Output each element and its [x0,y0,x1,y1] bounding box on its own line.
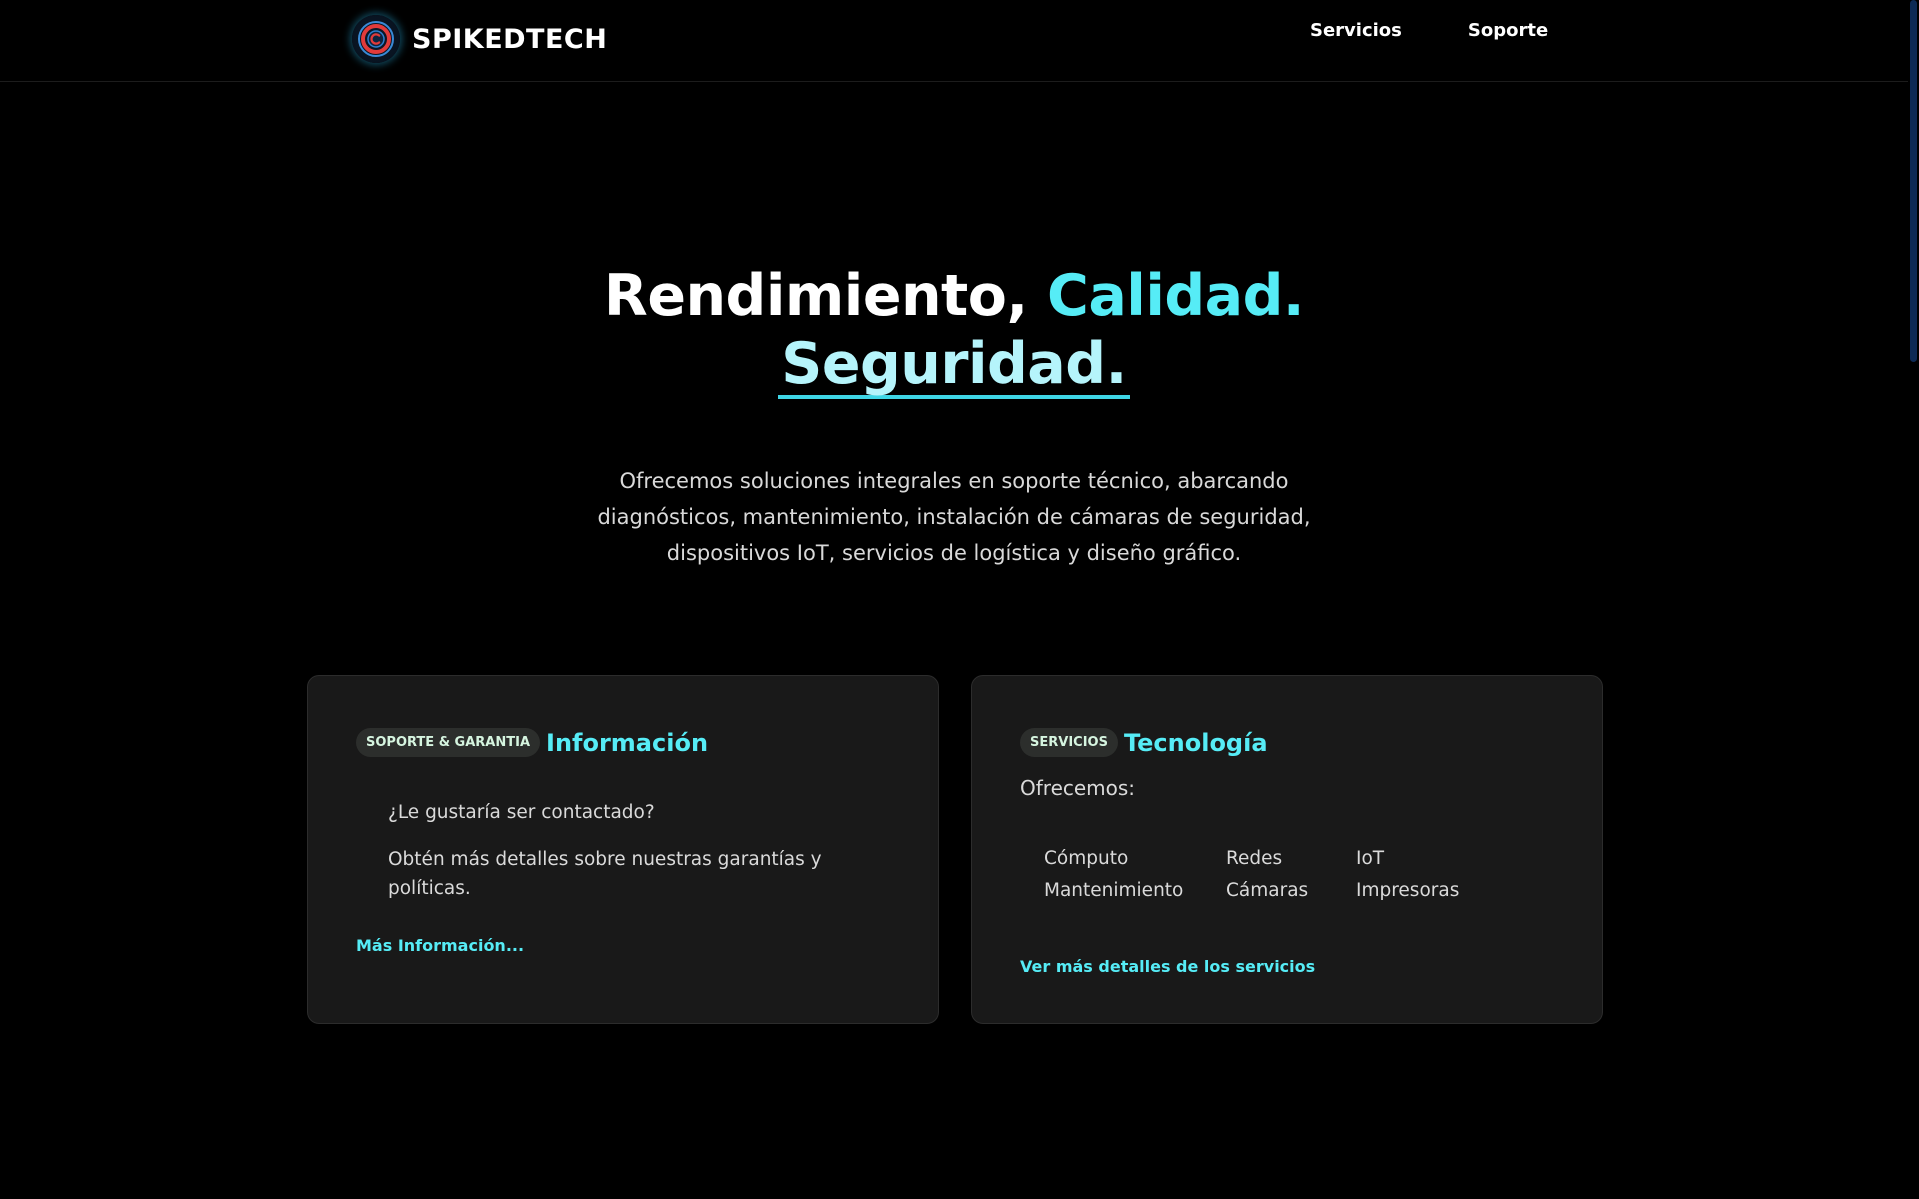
tech-card-title: Tecnología [1123,728,1268,757]
servicios-badge: SERVICIOS [1020,728,1118,757]
info-card-body: ¿Le gustaría ser contactado? Obtén más d… [388,798,858,903]
soporte-garantia-badge: SOPORTE & GARANTIA [356,728,541,757]
tech-card-header: SERVICIOS Tecnología [1020,728,1268,757]
brand-name: SPIKEDTECH [412,23,608,55]
service-item: Cámaras [1226,880,1309,901]
more-info-link[interactable]: Más Información... [356,936,524,955]
info-card: SOPORTE & GARANTIA Información ¿Le gusta… [307,675,939,1024]
service-item: Cómputo [1044,848,1129,869]
info-card-title: Información [546,728,709,757]
hero-title-rendimiento: Rendimiento, [603,263,1028,329]
hero-title-seguridad: Seguridad. [778,333,1130,399]
page-scrollbar[interactable] [1908,0,1919,1199]
brand-link[interactable]: SPIKEDTECH [352,15,607,63]
service-item: Mantenimiento [1044,880,1184,901]
service-item: IoT [1356,848,1385,869]
services-details-link[interactable]: Ver más detalles de los servicios [1020,957,1315,976]
tech-card: SERVICIOS Tecnología Ofrecemos: Cómputo … [971,675,1603,1024]
hero-title: Rendimiento, Calidad. Seguridad. [0,262,1908,399]
scrollbar-thumb[interactable] [1910,0,1917,362]
service-item: Redes [1226,848,1283,869]
offer-label: Ofrecemos: [1020,776,1136,800]
hero-description: Ofrecemos soluciones integrales en sopor… [597,469,1311,565]
services-list: Cómputo Redes IoT Mantenimiento Cámaras … [1044,848,1486,901]
nav-servicios[interactable]: Servicios [1298,20,1414,41]
spikedtech-logo-icon [352,15,400,63]
info-card-header: SOPORTE & GARANTIA Información [356,728,708,757]
hero-title-calidad: Calidad. [1046,263,1305,329]
warranty-details-text: Obtén más detalles sobre nuestras garant… [388,849,822,899]
site-header: SPIKEDTECH Servicios Soporte [0,0,1908,82]
nav-soporte[interactable]: Soporte [1456,20,1560,41]
main-nav: Servicios Soporte [1298,20,1560,41]
service-item: Impresoras [1356,880,1460,901]
contact-question: ¿Le gustaría ser contactado? [388,802,655,823]
